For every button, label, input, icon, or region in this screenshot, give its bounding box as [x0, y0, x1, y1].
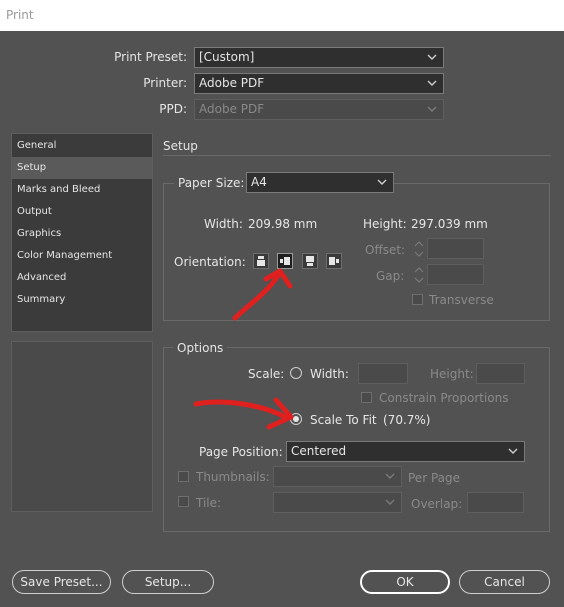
- annotation-arrows: [193, 268, 294, 430]
- ok-button[interactable]: OK: [360, 570, 450, 594]
- setup-button[interactable]: Setup...: [122, 570, 214, 594]
- annotation-arrow-orientation: [232, 268, 293, 321]
- cancel-button[interactable]: Cancel: [459, 570, 550, 594]
- annotation-arrow-scale-to-fit: [193, 397, 294, 430]
- save-preset-button[interactable]: Save Preset...: [12, 570, 111, 594]
